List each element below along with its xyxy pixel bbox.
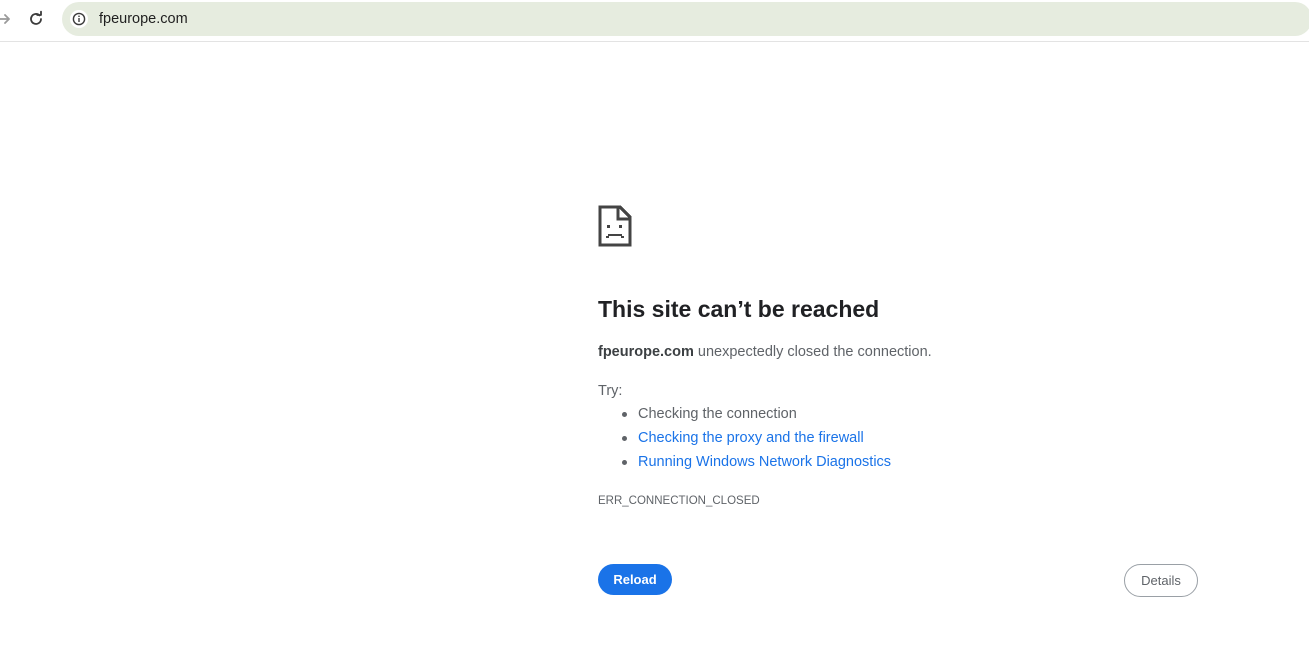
error-message: unexpectedly closed the connection.	[693, 344, 932, 360]
reload-button[interactable]: Reload	[598, 564, 672, 595]
bullet	[622, 460, 627, 465]
browser-toolbar: fpeurope.com	[0, 0, 1309, 42]
bullet	[622, 412, 627, 417]
suggestion-check-proxy-link[interactable]: Checking the proxy and the firewall	[638, 430, 864, 446]
suggestion-check-connection: Checking the connection	[638, 406, 797, 422]
try-label: Try:	[598, 383, 623, 399]
error-host: fpeurope.com	[598, 344, 694, 360]
list-item: Checking the connection	[598, 404, 891, 428]
reload-icon[interactable]	[27, 10, 45, 28]
sad-document-icon	[598, 205, 632, 247]
forward-arrow-icon[interactable]	[0, 11, 12, 27]
suggestion-network-diagnostics-link[interactable]: Running Windows Network Diagnostics	[638, 454, 891, 470]
error-description: fpeurope.com unexpectedly closed the con…	[598, 342, 932, 362]
error-title: This site can’t be reached	[598, 296, 880, 322]
url-text[interactable]: fpeurope.com	[99, 10, 188, 28]
list-item: Running Windows Network Diagnostics	[598, 452, 891, 476]
suggestions-list: Checking the connection Checking the pro…	[598, 404, 891, 476]
address-bar[interactable]: fpeurope.com	[62, 2, 1309, 36]
list-item: Checking the proxy and the firewall	[598, 428, 891, 452]
error-code: ERR_CONNECTION_CLOSED	[598, 495, 760, 507]
details-button[interactable]: Details	[1124, 564, 1198, 597]
info-icon[interactable]	[70, 10, 88, 28]
bullet	[622, 436, 627, 441]
